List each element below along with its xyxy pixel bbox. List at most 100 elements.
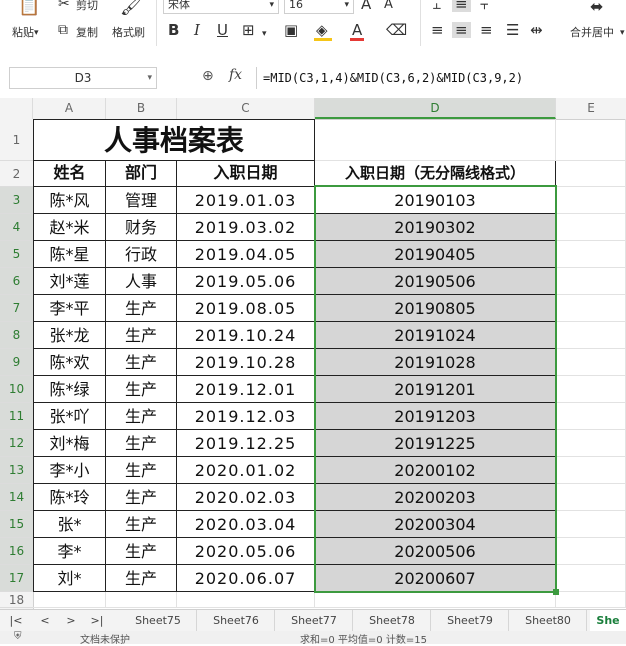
paste-button[interactable]: 粘贴: [12, 24, 34, 40]
align-top-icon[interactable]: ⫠: [432, 0, 441, 12]
cell-e[interactable]: [556, 565, 626, 592]
align-bottom-icon[interactable]: ⫟: [480, 0, 489, 12]
font-name-select[interactable]: 宋体 ▾: [163, 0, 279, 14]
italic-icon[interactable]: I: [194, 22, 200, 38]
cell-e2[interactable]: [556, 161, 626, 187]
first-sheet-icon[interactable]: |<: [8, 610, 24, 632]
plain-date-cell[interactable]: 20190805: [315, 295, 556, 322]
font-color-icon[interactable]: A: [352, 22, 362, 38]
department-cell[interactable]: 生产: [106, 403, 177, 430]
department-cell[interactable]: 生产: [106, 457, 177, 484]
row-header[interactable]: 16: [0, 538, 33, 565]
hire-date-cell[interactable]: 2019.04.05: [177, 241, 315, 268]
row-header[interactable]: 15: [0, 511, 33, 538]
name-cell[interactable]: 张*吖: [33, 403, 106, 430]
hire-date-cell[interactable]: 2020.03.04: [177, 511, 315, 538]
paste-icon[interactable]: 📋: [18, 0, 40, 16]
department-cell[interactable]: 管理: [106, 187, 177, 214]
row-header[interactable]: 7: [0, 295, 33, 322]
row-header[interactable]: 2: [0, 161, 33, 187]
empty-cell[interactable]: [556, 592, 626, 608]
department-cell[interactable]: 生产: [106, 295, 177, 322]
fx-icon[interactable]: fx: [229, 67, 242, 83]
hire-date-cell[interactable]: 2019.12.25: [177, 430, 315, 457]
department-cell[interactable]: 生产: [106, 376, 177, 403]
row-header[interactable]: 6: [0, 268, 33, 295]
hire-date-cell[interactable]: 2019.12.03: [177, 403, 315, 430]
row-header[interactable]: 4: [0, 214, 33, 241]
table-header-cell[interactable]: 入职日期: [177, 161, 315, 187]
department-cell[interactable]: 生产: [106, 349, 177, 376]
bold-icon[interactable]: B: [168, 22, 179, 38]
cell-e[interactable]: [556, 241, 626, 268]
plain-date-cell[interactable]: 20190103: [315, 187, 556, 214]
hire-date-cell[interactable]: 2020.05.06: [177, 538, 315, 565]
formula-input[interactable]: =MID(C3,1,4)&MID(C3,6,2)&MID(C3,9,2): [256, 67, 626, 89]
name-cell[interactable]: 陈*玲: [33, 484, 106, 511]
zoom-search-icon[interactable]: ⊕: [202, 68, 214, 84]
cut-button[interactable]: 剪切: [76, 0, 98, 13]
column-header-a[interactable]: A: [33, 98, 106, 119]
row-header[interactable]: 18: [0, 592, 33, 608]
empty-cell[interactable]: [177, 592, 315, 608]
name-cell[interactable]: 赵*米: [33, 214, 106, 241]
plain-date-cell[interactable]: 20190506: [315, 268, 556, 295]
align-left-icon[interactable]: ≡: [431, 22, 444, 38]
plain-date-cell[interactable]: 20191225: [315, 430, 556, 457]
hire-date-cell[interactable]: 2019.08.05: [177, 295, 315, 322]
department-cell[interactable]: 生产: [106, 538, 177, 565]
align-right-icon[interactable]: ≡: [480, 22, 493, 38]
plain-date-cell[interactable]: 20200506: [315, 538, 556, 565]
department-cell[interactable]: 生产: [106, 430, 177, 457]
row-header[interactable]: 3: [0, 187, 33, 214]
column-header-b[interactable]: B: [106, 98, 177, 119]
table-header-cell[interactable]: 入职日期（无分隔线格式）: [315, 161, 556, 187]
cell-e[interactable]: [556, 349, 626, 376]
format-painter-button[interactable]: 格式刷: [112, 24, 145, 40]
hire-date-cell[interactable]: 2019.01.03: [177, 187, 315, 214]
name-cell[interactable]: 李*小: [33, 457, 106, 484]
copy-icon[interactable]: ⧉: [58, 23, 68, 37]
empty-cell[interactable]: [33, 592, 106, 608]
name-cell[interactable]: 李*平: [33, 295, 106, 322]
name-cell[interactable]: 刘*莲: [33, 268, 106, 295]
cell-style-icon[interactable]: ▣: [284, 22, 298, 38]
name-cell[interactable]: 陈*绿: [33, 376, 106, 403]
plain-date-cell[interactable]: 20191028: [315, 349, 556, 376]
sheet-tab[interactable]: She: [590, 610, 626, 632]
hire-date-cell[interactable]: 2019.12.01: [177, 376, 315, 403]
name-cell[interactable]: 陈*风: [33, 187, 106, 214]
plain-date-cell[interactable]: 20191024: [315, 322, 556, 349]
cell-e[interactable]: [556, 403, 626, 430]
copy-button[interactable]: 复制: [76, 24, 98, 40]
last-sheet-icon[interactable]: >|: [90, 610, 104, 632]
cell-e[interactable]: [556, 511, 626, 538]
plain-date-cell[interactable]: 20200607: [315, 565, 556, 592]
row-header[interactable]: 12: [0, 430, 33, 457]
column-header-e[interactable]: E: [556, 98, 626, 119]
cell-e[interactable]: [556, 538, 626, 565]
cell-e[interactable]: [556, 484, 626, 511]
cell-e1[interactable]: [556, 119, 626, 161]
prev-sheet-icon[interactable]: <: [38, 610, 52, 632]
cell-e[interactable]: [556, 322, 626, 349]
paste-dropdown-icon[interactable]: ▾: [34, 26, 39, 40]
plain-date-cell[interactable]: 20191203: [315, 403, 556, 430]
row-header[interactable]: 11: [0, 403, 33, 430]
cell-e[interactable]: [556, 268, 626, 295]
row-header[interactable]: 1: [0, 119, 33, 161]
cell-d1[interactable]: [315, 119, 556, 161]
empty-cell[interactable]: [106, 592, 177, 608]
empty-cell[interactable]: [315, 592, 556, 608]
table-header-cell[interactable]: 部门: [106, 161, 177, 187]
sheet-title[interactable]: 人事档案表: [33, 119, 315, 161]
name-cell[interactable]: 刘*: [33, 565, 106, 592]
column-header-d[interactable]: D: [315, 98, 556, 119]
row-header[interactable]: 17: [0, 565, 33, 592]
department-cell[interactable]: 生产: [106, 565, 177, 592]
table-header-cell[interactable]: 姓名: [33, 161, 106, 187]
hire-date-cell[interactable]: 2019.03.02: [177, 214, 315, 241]
underline-icon[interactable]: U: [217, 22, 228, 38]
plain-date-cell[interactable]: 20200203: [315, 484, 556, 511]
hire-date-cell[interactable]: 2020.01.02: [177, 457, 315, 484]
